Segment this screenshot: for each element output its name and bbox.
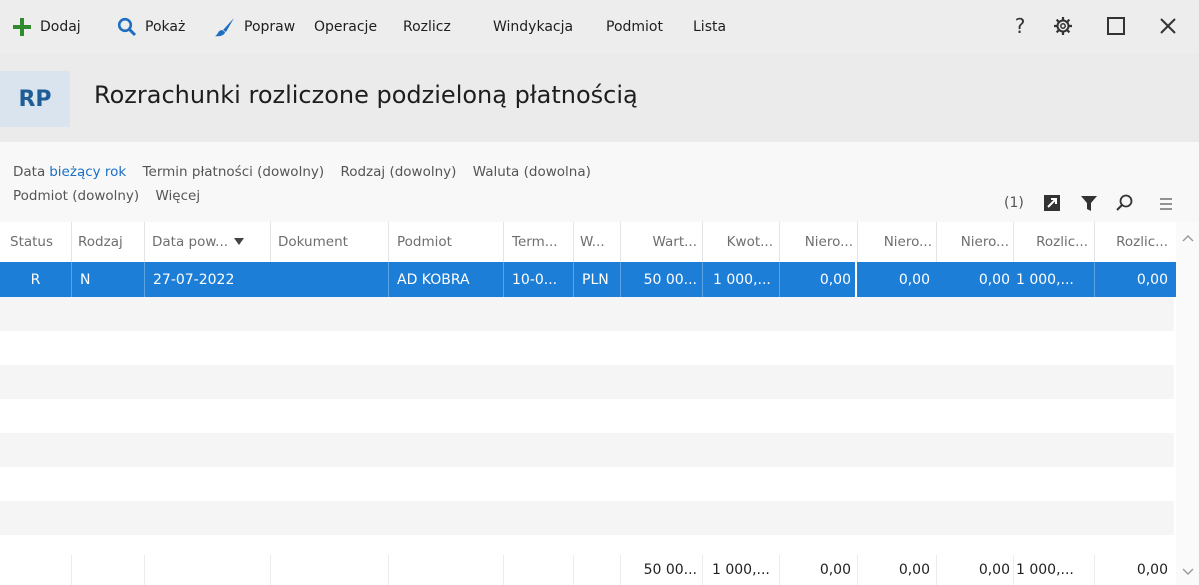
- entity-filter[interactable]: Podmiot (dowolny): [13, 188, 139, 204]
- entity-menu[interactable]: Podmiot: [606, 0, 663, 54]
- date-filter[interactable]: Data bieżący rok: [13, 164, 126, 180]
- kind-filter[interactable]: Rodzaj (dowolny): [340, 164, 456, 180]
- cell-settled-2: 0,00: [1094, 262, 1176, 297]
- cell-value: 50 00...: [620, 262, 702, 297]
- cell-date: 27-07-2022: [144, 262, 270, 297]
- sort-desc-icon: [234, 238, 245, 245]
- collection-menu[interactable]: Windykacja: [493, 0, 573, 54]
- totals-row: 50 00... 1 000,... 0,00 0,00 0,00 1 000,…: [0, 555, 1176, 585]
- brush-icon: [214, 16, 236, 38]
- currency-filter[interactable]: Waluta (dowolna): [473, 164, 591, 180]
- col-value[interactable]: Wart...: [620, 222, 702, 262]
- total-settled-1: 1 000,...: [1016, 562, 1074, 578]
- col-term[interactable]: Term...: [503, 222, 573, 262]
- page-title: Rozrachunki rozliczone podzieloną płatno…: [94, 81, 638, 109]
- empty-row: [0, 501, 1174, 535]
- search-list-icon[interactable]: [1115, 191, 1135, 215]
- gear-icon[interactable]: [1049, 12, 1077, 40]
- list-menu[interactable]: Lista: [693, 0, 726, 54]
- table-header: Status Rodzaj Data pow... Dokument Podmi…: [0, 222, 1176, 262]
- total-unsettled-1: 0,00: [819, 562, 851, 578]
- settle-label: Rozlicz: [403, 19, 451, 35]
- col-amount[interactable]: Kwot...: [702, 222, 779, 262]
- col-status[interactable]: Status: [0, 222, 71, 262]
- total-value: 50 00...: [643, 562, 697, 578]
- add-label: Dodaj: [40, 19, 81, 35]
- cell-document: [270, 262, 388, 297]
- help-label: ?: [1014, 14, 1026, 38]
- entity-label: Podmiot: [606, 19, 663, 35]
- cell-currency: PLN: [573, 262, 620, 297]
- col-settled-2[interactable]: Rozlic...: [1094, 222, 1176, 262]
- total-unsettled-3: 0,00: [978, 562, 1010, 578]
- total-unsettled-2: 0,00: [898, 562, 930, 578]
- toolbar: Dodaj Pokaż Popraw Operacje Rozlicz Wind…: [0, 0, 1199, 54]
- cell-unsettled-3: 0,00: [978, 271, 1010, 288]
- help-icon[interactable]: ?: [1006, 12, 1034, 40]
- total-settled-2: 0,00: [1136, 562, 1168, 578]
- total-amount: 1 000,...: [712, 562, 770, 578]
- edit-label: Popraw: [244, 19, 296, 35]
- add-button[interactable]: Dodaj: [12, 0, 81, 54]
- module-badge: RP: [0, 71, 70, 127]
- due-term-filter[interactable]: Termin płatności (dowolny): [143, 164, 325, 180]
- more-filters-link[interactable]: Więcej: [156, 188, 201, 204]
- filter-count: (1): [1004, 195, 1024, 211]
- close-icon[interactable]: [1154, 12, 1182, 40]
- empty-row: [0, 365, 1174, 399]
- cell-unsettled-2: 0,00: [898, 271, 930, 288]
- col-date-label: Data pow...: [152, 234, 229, 250]
- col-date[interactable]: Data pow...: [144, 222, 270, 262]
- col-currency[interactable]: W...: [573, 222, 620, 262]
- cell-term: 10-0...: [503, 262, 573, 297]
- empty-row: [0, 399, 1174, 433]
- filter-row-1: Data bieżący rok Termin płatności (dowoln…: [13, 164, 603, 180]
- empty-row: [0, 467, 1174, 501]
- settle-menu[interactable]: Rozlicz: [403, 0, 451, 54]
- operations-menu[interactable]: Operacje: [314, 0, 377, 54]
- scroll-down-icon[interactable]: [1182, 568, 1194, 576]
- col-settled-1[interactable]: Rozlic...: [1013, 222, 1094, 262]
- cell-entity: AD KOBRA: [388, 262, 503, 297]
- table-row[interactable]: R N 27-07-2022 AD KOBRA 10-0... PLN 50 0…: [0, 262, 1176, 297]
- empty-row: [0, 331, 1174, 365]
- show-label: Pokaż: [145, 19, 186, 35]
- col-document[interactable]: Dokument: [270, 222, 388, 262]
- cell-kind: N: [71, 262, 144, 297]
- empty-row: [0, 297, 1174, 331]
- col-unsettled-2[interactable]: Niero...: [857, 222, 936, 262]
- empty-row: [0, 433, 1174, 467]
- scroll-up-icon[interactable]: [1182, 234, 1194, 242]
- cell-unsettled-1: 0,00: [779, 262, 857, 297]
- export-icon[interactable]: [1043, 191, 1061, 215]
- page-header: RP Rozrachunki rozliczone podzieloną pła…: [0, 54, 1199, 142]
- list-label: Lista: [693, 19, 727, 35]
- cell-amount: 1 000,...: [702, 262, 779, 297]
- date-filter-label: Data: [13, 164, 46, 180]
- date-filter-value[interactable]: bieżący rok: [49, 164, 126, 180]
- operations-label: Operacje: [314, 19, 378, 35]
- collection-label: Windykacja: [493, 19, 574, 35]
- col-unsettled-1[interactable]: Niero...: [779, 222, 857, 262]
- menu-icon[interactable]: [1159, 191, 1173, 215]
- filter-row-2: Podmiot (dowolny) Więcej: [13, 188, 212, 204]
- col-unsettled-3[interactable]: Niero...: [936, 222, 1013, 262]
- vertical-scrollbar[interactable]: [1176, 222, 1199, 585]
- show-button[interactable]: Pokaż: [117, 0, 185, 54]
- filter-icon[interactable]: [1080, 191, 1098, 215]
- col-entity[interactable]: Podmiot: [388, 222, 503, 262]
- col-kind[interactable]: Rodzaj: [71, 222, 144, 262]
- cell-settled-1: 1 000,...: [1016, 271, 1074, 288]
- plus-icon: [12, 17, 32, 37]
- search-icon: [117, 17, 137, 37]
- cell-status: R: [30, 271, 41, 288]
- edit-button[interactable]: Popraw: [214, 0, 295, 54]
- maximize-icon[interactable]: [1102, 12, 1130, 40]
